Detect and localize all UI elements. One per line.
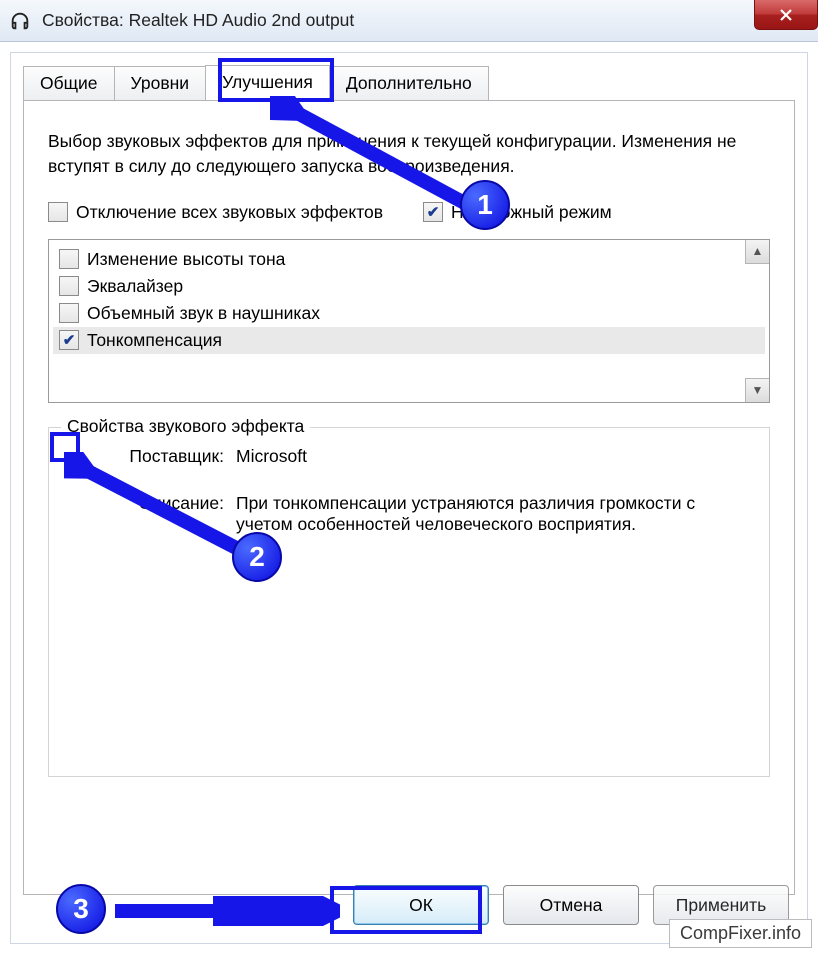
- label-disable-all: Отключение всех звуковых эффектов: [76, 202, 383, 223]
- effect-properties-group: Свойства звукового эффекта Поставщик: Mi…: [48, 427, 770, 777]
- tab-advanced[interactable]: Дополнительно: [329, 66, 489, 101]
- tab-strip: Общие Уровни Улучшения Дополнительно: [11, 53, 807, 100]
- list-item: Эквалайзер: [53, 273, 765, 300]
- effects-listbox[interactable]: Изменение высоты тона Эквалайзер Объемны…: [48, 239, 770, 403]
- checkbox-immediate-mode[interactable]: [423, 202, 443, 222]
- window-body: Общие Уровни Улучшения Дополнительно Выб…: [10, 52, 808, 944]
- description-label: Описание:: [71, 493, 236, 535]
- tab-enhancements[interactable]: Улучшения: [205, 65, 330, 100]
- scroll-down-button[interactable]: ▼: [745, 378, 769, 402]
- close-button[interactable]: [754, 0, 818, 30]
- label-immediate-mode: Неотложный режим: [451, 202, 612, 223]
- checkbox-effect-equalizer[interactable]: [59, 276, 79, 296]
- window-title: Свойства: Realtek HD Audio 2nd output: [42, 10, 354, 31]
- headphones-icon: [8, 9, 32, 33]
- checkbox-disable-all[interactable]: [48, 202, 68, 222]
- scroll-up-button[interactable]: ▲: [745, 240, 769, 264]
- list-item: Объемный звук в наушниках: [53, 300, 765, 327]
- provider-value: Microsoft: [236, 446, 747, 467]
- tab-levels[interactable]: Уровни: [114, 66, 207, 101]
- effect-label: Изменение высоты тона: [87, 249, 285, 270]
- list-item: Изменение высоты тона: [53, 246, 765, 273]
- intro-text: Выбор звуковых эффектов для применения к…: [48, 129, 770, 180]
- checkbox-effect-pitch[interactable]: [59, 249, 79, 269]
- checkbox-effect-loudness[interactable]: [59, 330, 79, 350]
- group-title: Свойства звукового эффекта: [61, 416, 310, 437]
- tab-panel-enhancements: Выбор звуковых эффектов для применения к…: [23, 100, 795, 895]
- effect-label: Тонкомпенсация: [87, 330, 222, 351]
- list-item: Тонкомпенсация: [53, 327, 765, 354]
- effect-label: Эквалайзер: [87, 276, 183, 297]
- checkbox-effect-surround[interactable]: [59, 303, 79, 323]
- titlebar: Свойства: Realtek HD Audio 2nd output: [0, 0, 818, 42]
- top-checkboxes: Отключение всех звуковых эффектов Неотло…: [48, 202, 770, 223]
- tab-general[interactable]: Общие: [23, 66, 115, 101]
- watermark: CompFixer.info: [669, 919, 812, 948]
- description-value: При тонкомпенсации устраняются различия …: [236, 493, 747, 535]
- ok-button[interactable]: ОК: [353, 885, 489, 925]
- cancel-button[interactable]: Отмена: [503, 885, 639, 925]
- effect-label: Объемный звук в наушниках: [87, 303, 320, 324]
- provider-label: Поставщик:: [71, 446, 236, 467]
